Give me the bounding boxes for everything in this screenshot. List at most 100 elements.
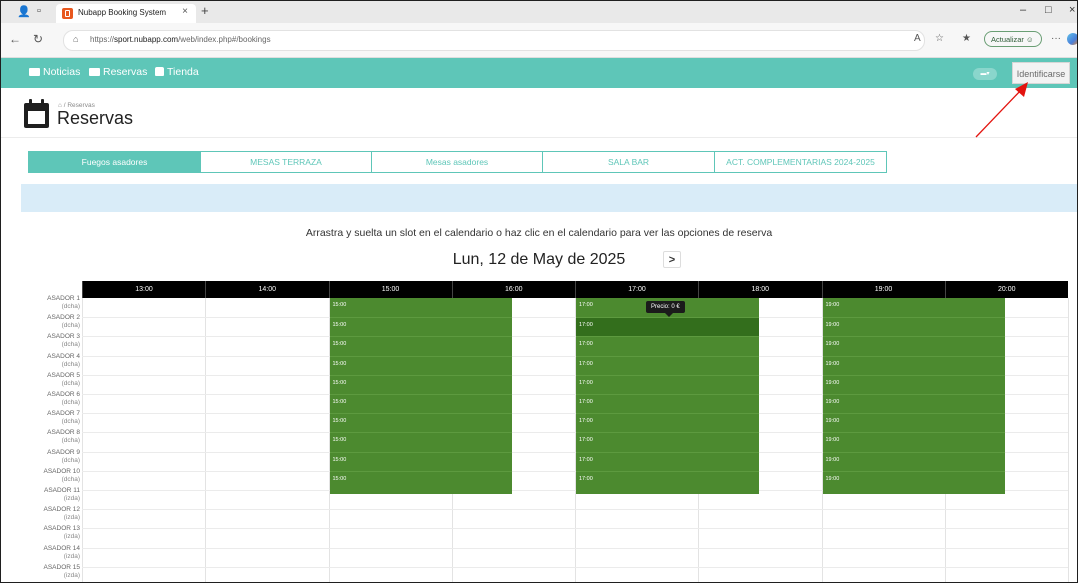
- close-window-icon[interactable]: ×: [1069, 4, 1075, 16]
- resource-name: ASADOR 6: [47, 391, 80, 398]
- time-slot[interactable]: 17:00: [576, 451, 759, 471]
- time-slot[interactable]: 15:00: [329, 394, 513, 413]
- minimize-icon[interactable]: –: [1020, 4, 1026, 16]
- slot-time-label: 15:00: [332, 302, 347, 308]
- back-arrow-icon[interactable]: ←: [9, 32, 21, 46]
- time-slot[interactable]: 19:00: [822, 374, 1006, 394]
- time-slot[interactable]: 15:00: [329, 432, 513, 451]
- resource-name: ASADOR 2: [47, 314, 80, 322]
- next-day-button[interactable]: >: [663, 251, 681, 268]
- resource-name: ASADOR 7: [47, 410, 80, 418]
- resource-row-label: ASADOR 13 (izda): [21, 525, 81, 541]
- nav-tienda[interactable]: Tienda: [155, 66, 199, 78]
- time-slot[interactable]: 15:00: [329, 451, 513, 471]
- resource-side: (dcha): [61, 399, 80, 406]
- calendar-page-icon: [24, 99, 49, 128]
- resource-side: (izda): [63, 552, 80, 560]
- scheduler-grid[interactable]: 15:00 15:00 15:00 15:00 15:00 15:00 15:00 15:00…: [82, 298, 1069, 582]
- language-selector[interactable]: ▬▾: [973, 68, 997, 80]
- resource-side: (dcha): [61, 456, 80, 464]
- tab-act-complementarias[interactable]: ACT. COMPLEMENTARIAS 2024-2025: [714, 151, 887, 173]
- time-slot[interactable]: 19:00: [822, 317, 1006, 336]
- time-slot[interactable]: 17:00: [576, 394, 759, 413]
- update-button[interactable]: Actualizar ☺: [984, 31, 1042, 47]
- time-slot[interactable]: 17:00: [576, 317, 759, 337]
- time-slot[interactable]: 15:00: [329, 355, 513, 375]
- slot-time-label: 19:00: [825, 360, 840, 367]
- nav-reservas[interactable]: Reservas: [89, 66, 147, 78]
- hour-header: 15:00: [328, 281, 452, 298]
- browser-tab-strip: 👤 ▫ Nubapp Booking System × + – □ ×: [1, 1, 1077, 23]
- hour-header: 16:00: [451, 281, 575, 298]
- resource-row-label: ASADOR 10 (dcha): [21, 468, 81, 484]
- time-slot[interactable]: 17:00: [576, 336, 759, 355]
- time-slot[interactable]: 19:00: [822, 336, 1006, 355]
- read-aloud-icon[interactable]: A: [914, 33, 921, 44]
- more-options-icon[interactable]: ···: [1051, 33, 1061, 44]
- profile-icon[interactable]: 👤: [17, 5, 31, 18]
- resource-name: ASADOR 13: [43, 525, 81, 533]
- hour-header: 14:00: [205, 281, 328, 298]
- tab-sala-bar[interactable]: SALA BAR: [542, 151, 715, 173]
- address-bar-row: ← ↻ ⌂ https://sport.nubapp.com/web/index…: [1, 23, 1077, 58]
- time-slot[interactable]: 15:00: [329, 317, 513, 336]
- time-slot[interactable]: 19:00: [822, 413, 1006, 432]
- nav-noticias[interactable]: Noticias: [29, 66, 80, 78]
- slot-time-label: 17:00: [579, 437, 593, 444]
- maximize-icon[interactable]: □: [1045, 4, 1052, 16]
- resource-side: (izda): [63, 514, 80, 522]
- browser-tab[interactable]: Nubapp Booking System ×: [56, 4, 196, 23]
- time-slot[interactable]: 19:00: [822, 451, 1006, 471]
- tab-fuegos-asadores[interactable]: Fuegos asadores: [28, 151, 201, 173]
- resource-side: (izda): [63, 495, 80, 502]
- slot-time-label: 19:00: [825, 399, 840, 405]
- availability-block[interactable]: 19:00 19:00 19:00 19:00 19:00 19:00 19:00 19:00…: [822, 298, 1006, 494]
- page-title: Reservas: [57, 108, 134, 128]
- new-tab-button[interactable]: +: [201, 3, 209, 18]
- app-navbar: Noticias Reservas Tienda: [1, 58, 1077, 88]
- site-info-icon[interactable]: ⌂: [73, 34, 78, 44]
- time-slot[interactable]: 17:00: [576, 432, 759, 451]
- screenshot-frame: 👤 ▫ Nubapp Booking System × + – □ × ← ↻ …: [0, 0, 1078, 583]
- time-slot[interactable]: 19:00: [823, 298, 1006, 317]
- favorites-icon[interactable]: ★: [962, 33, 971, 44]
- hour-header: 18:00: [698, 281, 821, 298]
- time-slot[interactable]: 17:00: [576, 470, 759, 490]
- slot-time-label: 19:00: [825, 341, 840, 348]
- time-slot[interactable]: 17:00: [576, 374, 759, 394]
- favorite-star-icon[interactable]: ☆: [935, 33, 944, 44]
- time-slot[interactable]: 15:00: [329, 374, 513, 394]
- availability-block[interactable]: 15:00 15:00 15:00 15:00 15:00 15:00 15:00 15:00…: [329, 298, 513, 494]
- hour-header: 13:00: [82, 281, 205, 298]
- resource-row-label: ASADOR 7 (dcha): [21, 410, 80, 426]
- hour-header: 20:00: [944, 281, 1068, 298]
- time-slot[interactable]: 19:00: [822, 355, 1006, 375]
- time-slot[interactable]: 17:00: [576, 413, 759, 432]
- instructions-text: Arrastra y suelta un slot en el calendar…: [305, 227, 773, 239]
- slot-time-label: 19:00: [825, 437, 840, 444]
- availability-block[interactable]: 17:00 17:00 17:00 17:00 17:00 17:00 17:00 17:00…: [576, 298, 759, 494]
- time-slot[interactable]: 19:00: [822, 432, 1006, 451]
- time-slot[interactable]: 15:00: [329, 470, 513, 490]
- slot-time-label: 15:00: [332, 418, 347, 425]
- tab-actions-icon[interactable]: ▫: [37, 5, 41, 17]
- url-field[interactable]: ⌂ https://sport.nubapp.com/web/index.php…: [63, 30, 925, 51]
- resource-name: ASADOR 4: [47, 352, 80, 360]
- reload-icon[interactable]: ↻: [33, 32, 43, 46]
- resource-name: ASADOR 3: [47, 333, 80, 341]
- slot-time-label: 15:00: [332, 341, 347, 348]
- copilot-icon[interactable]: [1067, 33, 1077, 45]
- time-slot[interactable]: 19:00: [822, 470, 1006, 490]
- resource-row-label: ASADOR 3 (dcha): [21, 333, 80, 349]
- login-button[interactable]: Identificarse: [1012, 62, 1070, 84]
- time-slot[interactable]: 15:00: [329, 413, 513, 432]
- time-slot[interactable]: 17:00: [576, 355, 759, 375]
- time-slot[interactable]: 15:00: [329, 336, 513, 355]
- time-slot[interactable]: 19:00: [822, 394, 1006, 413]
- resource-side: (izda): [63, 571, 80, 579]
- tab-mesas-terraza[interactable]: MESAS TERRAZA: [200, 151, 372, 173]
- close-tab-icon[interactable]: ×: [182, 6, 188, 17]
- tab-mesas-asadores[interactable]: Mesas asadores: [371, 151, 543, 173]
- resource-side: (dcha): [61, 437, 80, 445]
- time-slot[interactable]: 15:00: [330, 298, 513, 317]
